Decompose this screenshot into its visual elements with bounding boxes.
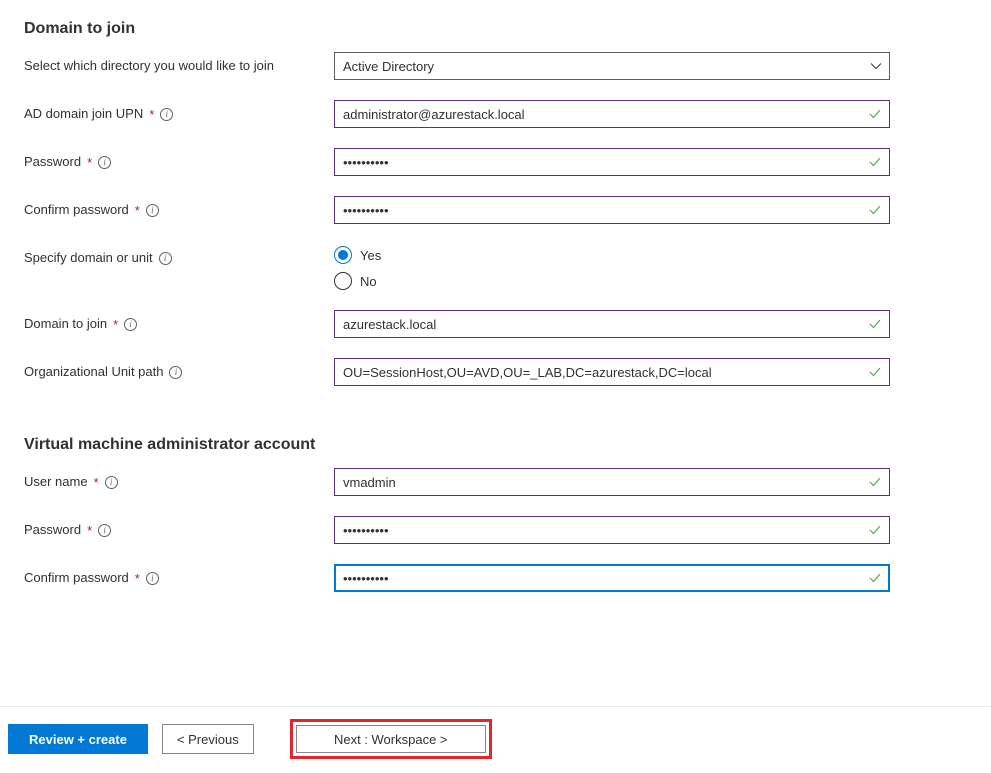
required-asterisk: * — [135, 571, 140, 586]
info-icon[interactable]: i — [146, 204, 159, 217]
info-icon[interactable]: i — [146, 572, 159, 585]
radio-no-label: No — [360, 274, 377, 289]
radio-circle-icon — [334, 272, 352, 290]
vm-confirm-password-input[interactable] — [334, 564, 890, 592]
radio-yes-label: Yes — [360, 248, 381, 263]
info-icon[interactable]: i — [124, 318, 137, 331]
info-icon[interactable]: i — [98, 156, 111, 169]
directory-label: Select which directory you would like to… — [24, 52, 334, 75]
confirm-password-input[interactable] — [334, 196, 890, 224]
specify-unit-radio-group: Yes No — [334, 244, 890, 290]
vm-password-label: Password * i — [24, 516, 334, 539]
wizard-footer: Review + create < Previous Next : Worksp… — [0, 706, 991, 773]
required-asterisk: * — [149, 107, 154, 122]
required-asterisk: * — [113, 317, 118, 332]
info-icon[interactable]: i — [160, 108, 173, 121]
confirm-password-label: Confirm password * i — [24, 196, 334, 219]
upn-input[interactable] — [334, 100, 890, 128]
ou-path-label: Organizational Unit path i — [24, 358, 334, 381]
radio-circle-icon — [334, 246, 352, 264]
vm-password-input[interactable] — [334, 516, 890, 544]
next-button-highlight: Next : Workspace > — [290, 719, 492, 759]
radio-yes[interactable]: Yes — [334, 246, 890, 264]
info-icon[interactable]: i — [169, 366, 182, 379]
required-asterisk: * — [87, 155, 92, 170]
password-input[interactable] — [334, 148, 890, 176]
info-icon[interactable]: i — [159, 252, 172, 265]
radio-no[interactable]: No — [334, 272, 890, 290]
domain-section-heading: Domain to join — [24, 20, 967, 38]
vm-username-label: User name * i — [24, 468, 334, 491]
review-create-button[interactable]: Review + create — [8, 724, 148, 754]
domain-to-join-label: Domain to join * i — [24, 310, 334, 333]
directory-select[interactable] — [334, 52, 890, 80]
required-asterisk: * — [94, 475, 99, 490]
required-asterisk: * — [87, 523, 92, 538]
required-asterisk: * — [135, 203, 140, 218]
info-icon[interactable]: i — [98, 524, 111, 537]
next-workspace-button[interactable]: Next : Workspace > — [296, 725, 486, 753]
vm-confirm-password-label: Confirm password * i — [24, 564, 334, 587]
ou-path-input[interactable] — [334, 358, 890, 386]
info-icon[interactable]: i — [105, 476, 118, 489]
previous-button[interactable]: < Previous — [162, 724, 254, 754]
specify-unit-label: Specify domain or unit i — [24, 244, 334, 267]
vm-admin-section-heading: Virtual machine administrator account — [24, 436, 967, 454]
vm-username-input[interactable] — [334, 468, 890, 496]
domain-to-join-input[interactable] — [334, 310, 890, 338]
password-label: Password * i — [24, 148, 334, 171]
upn-label: AD domain join UPN * i — [24, 100, 334, 123]
